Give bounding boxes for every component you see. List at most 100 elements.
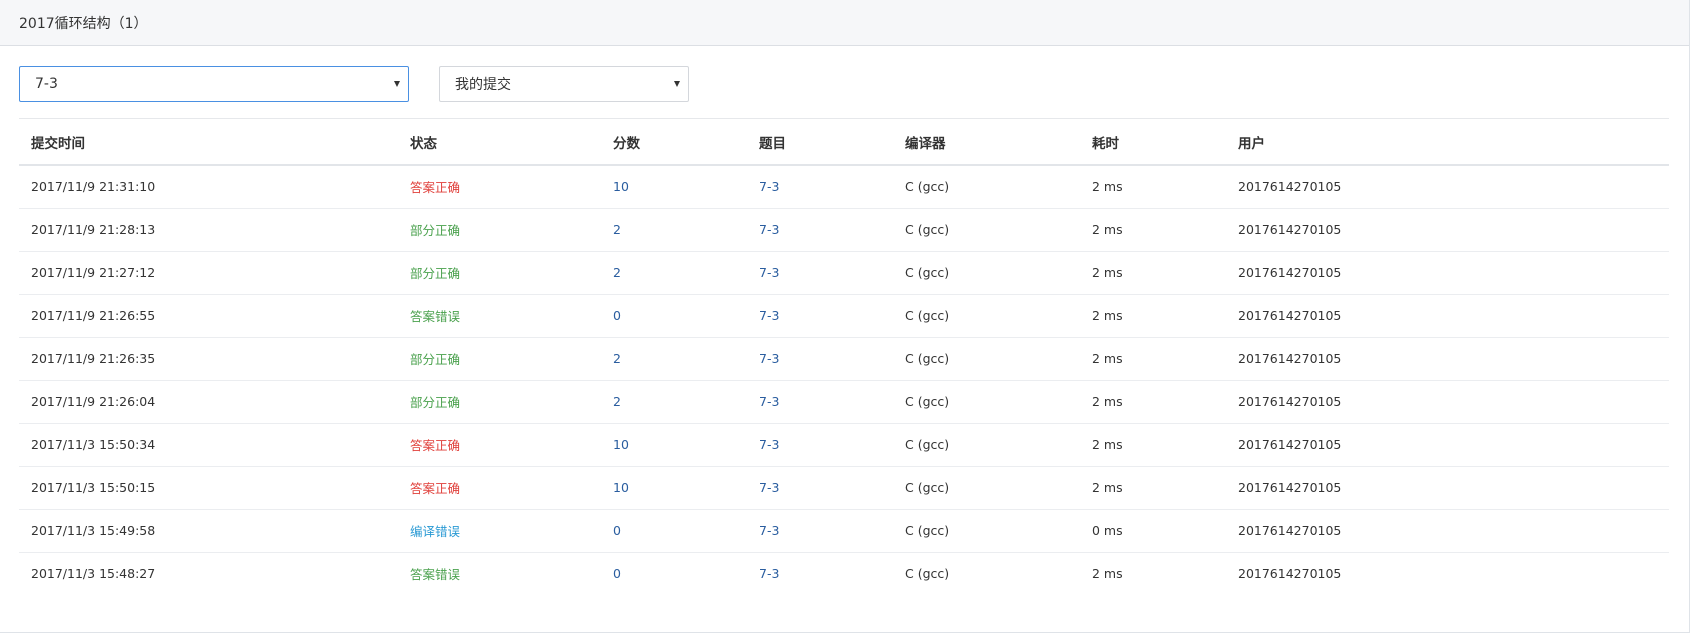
submission-status[interactable]: 部分正确 bbox=[410, 352, 460, 367]
submission-score[interactable]: 10 bbox=[613, 437, 629, 452]
submission-score-cell: 10 bbox=[601, 423, 747, 467]
submission-time-cell: 2017/11/9 21:31:10 bbox=[19, 165, 398, 209]
submission-problem-cell: 7-3 bbox=[747, 423, 893, 467]
column-header-time: 提交时间 bbox=[19, 119, 398, 166]
submission-problem[interactable]: 7-3 bbox=[759, 265, 779, 280]
submission-time: 2017/11/9 21:27:12 bbox=[31, 265, 156, 280]
submission-score-cell: 10 bbox=[601, 466, 747, 510]
submission-score-cell: 2 bbox=[601, 251, 747, 295]
submission-score[interactable]: 0 bbox=[613, 308, 621, 323]
submission-score[interactable]: 0 bbox=[613, 566, 621, 581]
submission-score[interactable]: 10 bbox=[613, 480, 629, 495]
submission-status[interactable]: 答案正确 bbox=[410, 481, 460, 496]
submission-compiler-cell: C (gcc) bbox=[893, 165, 1080, 209]
table-row: 2017/11/9 21:26:04 部分正确 2 7-3 C (gcc) 2 ms 201… bbox=[19, 380, 1669, 424]
submission-compiler-cell: C (gcc) bbox=[893, 208, 1080, 252]
submission-compiler-cell: C (gcc) bbox=[893, 423, 1080, 467]
submission-user-cell: 2017614270105 bbox=[1226, 509, 1669, 553]
submission-time-cell: 2017/11/3 15:50:15 bbox=[19, 466, 398, 510]
submission-score[interactable]: 2 bbox=[613, 351, 621, 366]
submission-score[interactable]: 2 bbox=[613, 222, 621, 237]
submission-user: 2017614270105 bbox=[1238, 308, 1342, 323]
submission-status-cell: 部分正确 bbox=[398, 380, 601, 424]
submission-problem[interactable]: 7-3 bbox=[759, 308, 779, 323]
submission-compiler: C (gcc) bbox=[905, 351, 950, 366]
submission-problem-cell: 7-3 bbox=[747, 165, 893, 209]
column-header-compiler: 编译器 bbox=[893, 119, 1080, 166]
submission-status[interactable]: 部分正确 bbox=[410, 266, 460, 281]
submission-status-cell: 部分正确 bbox=[398, 337, 601, 381]
submission-problem-cell: 7-3 bbox=[747, 294, 893, 338]
table-row: 2017/11/3 15:50:15 答案正确 10 7-3 C (gcc) 2 ms 20… bbox=[19, 466, 1669, 510]
caret-down-icon bbox=[394, 81, 400, 87]
submission-compiler-cell: C (gcc) bbox=[893, 337, 1080, 381]
submission-scope-select[interactable]: 我的提交 bbox=[439, 66, 689, 102]
submission-time: 2017/11/3 15:49:58 bbox=[31, 523, 156, 538]
table-row: 2017/11/9 21:26:55 答案错误 0 7-3 C (gcc) 2 ms 201… bbox=[19, 294, 1669, 338]
submission-duration-cell: 2 ms bbox=[1080, 380, 1226, 424]
submission-problem[interactable]: 7-3 bbox=[759, 523, 779, 538]
submission-user-cell: 2017614270105 bbox=[1226, 552, 1669, 595]
submissions-table: 提交时间 状态 分数 题目 编译器 耗时 用户 2017/11/9 21:31:… bbox=[19, 119, 1669, 595]
submission-score[interactable]: 0 bbox=[613, 523, 621, 538]
submission-score-cell: 2 bbox=[601, 208, 747, 252]
submission-duration: 2 ms bbox=[1092, 437, 1123, 452]
submission-user-cell: 2017614270105 bbox=[1226, 208, 1669, 252]
problem-select[interactable]: 7-3 bbox=[19, 66, 409, 102]
submission-compiler: C (gcc) bbox=[905, 480, 950, 495]
submission-compiler-cell: C (gcc) bbox=[893, 466, 1080, 510]
submission-status-cell: 答案错误 bbox=[398, 552, 601, 595]
submission-problem-cell: 7-3 bbox=[747, 380, 893, 424]
submission-compiler: C (gcc) bbox=[905, 523, 950, 538]
table-row: 2017/11/9 21:28:13 部分正确 2 7-3 C (gcc) 2 ms 201… bbox=[19, 208, 1669, 252]
submission-duration-cell: 2 ms bbox=[1080, 165, 1226, 209]
submission-duration: 2 ms bbox=[1092, 351, 1123, 366]
submission-time: 2017/11/9 21:31:10 bbox=[31, 179, 156, 195]
submission-status[interactable]: 答案正确 bbox=[410, 438, 460, 453]
submission-user: 2017614270105 bbox=[1238, 265, 1342, 280]
submission-problem[interactable]: 7-3 bbox=[759, 222, 779, 237]
submission-status[interactable]: 答案正确 bbox=[410, 180, 460, 195]
submission-user-cell: 2017614270105 bbox=[1226, 165, 1669, 209]
submission-status[interactable]: 答案错误 bbox=[410, 567, 460, 582]
submission-problem[interactable]: 7-3 bbox=[759, 480, 779, 495]
submission-time: 2017/11/3 15:50:15 bbox=[31, 480, 156, 495]
submission-status[interactable]: 部分正确 bbox=[410, 223, 460, 238]
submission-duration: 0 ms bbox=[1092, 523, 1123, 538]
submission-user: 2017614270105 bbox=[1238, 480, 1342, 495]
submission-duration: 2 ms bbox=[1092, 566, 1123, 582]
submission-time-cell: 2017/11/3 15:49:58 bbox=[19, 509, 398, 553]
submission-status-cell: 部分正确 bbox=[398, 208, 601, 252]
submission-status[interactable]: 编译错误 bbox=[410, 524, 460, 539]
caret-down-icon bbox=[674, 81, 680, 87]
submission-status-cell: 答案正确 bbox=[398, 165, 601, 209]
table-header-row: 提交时间 状态 分数 题目 编译器 耗时 用户 bbox=[19, 119, 1669, 166]
submission-duration-cell: 2 ms bbox=[1080, 251, 1226, 295]
submission-status[interactable]: 部分正确 bbox=[410, 395, 460, 410]
submission-score[interactable]: 2 bbox=[613, 394, 621, 409]
submission-user: 2017614270105 bbox=[1238, 523, 1342, 538]
submission-score-cell: 2 bbox=[601, 337, 747, 381]
submission-time-cell: 2017/11/3 15:50:34 bbox=[19, 423, 398, 467]
submission-problem[interactable]: 7-3 bbox=[759, 394, 779, 409]
submission-problem-cell: 7-3 bbox=[747, 251, 893, 295]
submission-score[interactable]: 2 bbox=[613, 265, 621, 280]
submission-duration-cell: 2 ms bbox=[1080, 208, 1226, 252]
submission-time-cell: 2017/11/9 21:28:13 bbox=[19, 208, 398, 252]
submission-duration: 2 ms bbox=[1092, 265, 1123, 280]
submission-problem[interactable]: 7-3 bbox=[759, 566, 779, 581]
submission-user-cell: 2017614270105 bbox=[1226, 466, 1669, 510]
submission-time: 2017/11/3 15:48:27 bbox=[31, 566, 156, 582]
submission-status[interactable]: 答案错误 bbox=[410, 309, 460, 324]
submission-problem[interactable]: 7-3 bbox=[759, 179, 779, 194]
submission-score[interactable]: 10 bbox=[613, 179, 629, 194]
column-header-duration: 耗时 bbox=[1080, 119, 1226, 166]
submission-time-cell: 2017/11/9 21:26:35 bbox=[19, 337, 398, 381]
table-row: 2017/11/9 21:31:10 答案正确 10 7-3 C (gcc) 2 ms 20… bbox=[19, 165, 1669, 209]
submission-problem[interactable]: 7-3 bbox=[759, 437, 779, 452]
submission-score-cell: 0 bbox=[601, 552, 747, 595]
submission-user-cell: 2017614270105 bbox=[1226, 423, 1669, 467]
submission-user-cell: 2017614270105 bbox=[1226, 251, 1669, 295]
submission-problem[interactable]: 7-3 bbox=[759, 351, 779, 366]
submission-duration-cell: 2 ms bbox=[1080, 466, 1226, 510]
